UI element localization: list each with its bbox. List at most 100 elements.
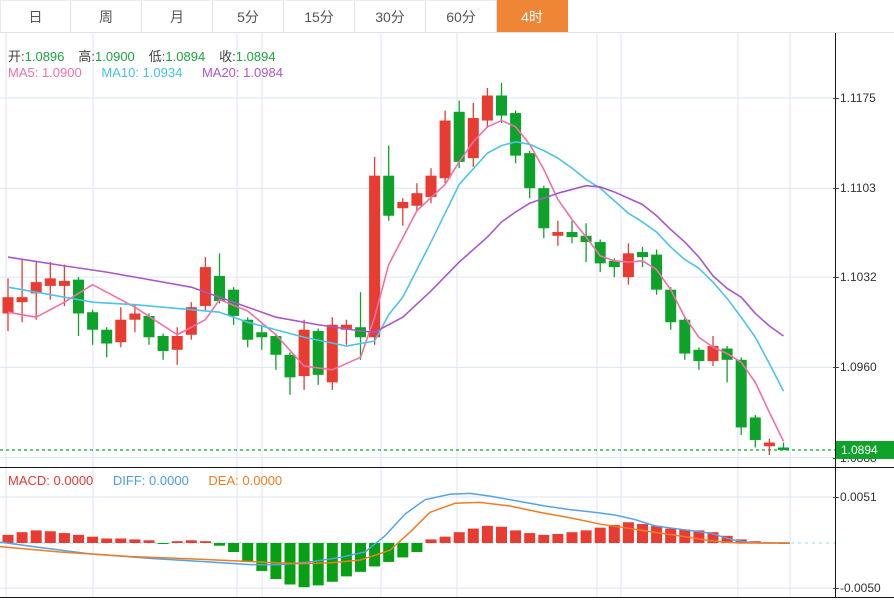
timeframe-tabbar: 日 周 月 5分 15分 30分 60分 4时: [0, 0, 894, 33]
ma10-readout: MA10: 1.0934: [101, 65, 183, 80]
candle-body: [284, 354, 296, 378]
macd-value: MACD: 0.0000: [8, 473, 94, 488]
tab-day[interactable]: 日: [0, 0, 71, 32]
macd-bar: [101, 538, 113, 543]
macd-readout: MACD: 0.0000 DIFF: 0.0000 DEA: 0.0000: [8, 473, 298, 488]
tab-15min[interactable]: 15分: [284, 0, 355, 32]
candle-body: [524, 153, 536, 189]
candle-body: [679, 319, 691, 354]
macd-bar: [312, 543, 324, 586]
current-price-badge: 1.0894: [836, 441, 894, 459]
open-label: 开:: [8, 49, 25, 64]
candle-body: [2, 297, 14, 314]
axis-label: -0.0050: [840, 581, 881, 595]
candle-body: [496, 95, 507, 116]
macd-bar: [651, 525, 663, 543]
candle-body: [16, 297, 28, 303]
ma-readout: MA5: 1.0900 MA10: 1.0934 MA20: 1.0984: [8, 65, 299, 80]
candle-body: [157, 336, 169, 352]
macd-bar: [608, 524, 620, 543]
macd-bar: [524, 533, 536, 543]
close-label: 收:: [219, 49, 236, 64]
candle-body: [693, 349, 705, 362]
axis-label: 1.0960: [840, 360, 877, 374]
macd-bar: [496, 526, 507, 543]
macd-bar: [199, 541, 211, 543]
candle-body: [749, 417, 761, 440]
macd-bar: [538, 534, 550, 543]
macd-bar: [552, 533, 564, 543]
tab-30min[interactable]: 30分: [355, 0, 426, 32]
candle-body: [453, 111, 465, 162]
high-value: 1.0900: [95, 49, 135, 64]
candlestick-svg: [0, 33, 835, 467]
tab-4hour[interactable]: 4时: [497, 0, 568, 32]
candle-body: [44, 278, 56, 286]
candle-body: [735, 359, 747, 428]
axis-tick: [833, 588, 839, 589]
macd-bar: [355, 543, 366, 572]
candle-body: [481, 95, 493, 121]
macd-bar: [171, 541, 183, 543]
tab-week[interactable]: 周: [71, 0, 142, 32]
macd-bar: [270, 543, 282, 580]
dea-value: DEA: 0.0000: [208, 473, 283, 488]
candle-body: [129, 313, 141, 320]
candle-body: [256, 332, 268, 338]
axis-label: 0.0051: [840, 490, 877, 504]
axis-tick: [833, 188, 839, 189]
candle-body: [778, 447, 789, 450]
macd-bar: [2, 534, 14, 543]
candle-body: [763, 442, 775, 447]
diff-value: DIFF: 0.0000: [112, 473, 189, 488]
macd-bar: [566, 532, 578, 543]
candle-body: [383, 175, 395, 216]
macd-bar: [637, 524, 648, 543]
candle-body: [87, 312, 99, 330]
candle-body: [566, 232, 578, 238]
candle-body: [594, 242, 606, 264]
macd-bar: [143, 540, 155, 543]
macd-bar: [340, 543, 352, 577]
macd-bar: [439, 536, 451, 543]
tab-60min[interactable]: 60分: [426, 0, 497, 32]
low-value: 1.0894: [165, 49, 206, 64]
candle-body: [622, 253, 634, 278]
macd-bar: [115, 538, 127, 543]
macd-bar: [481, 525, 493, 543]
macd-bar: [298, 543, 310, 588]
main-chart[interactable]: [0, 33, 894, 468]
macd-bar: [30, 530, 42, 543]
macd-bar: [157, 543, 169, 544]
tab-month[interactable]: 月: [142, 0, 213, 32]
ma-line-ma5: [7, 119, 785, 442]
candle-body: [510, 113, 522, 156]
axis-label: 1.1103: [840, 181, 876, 195]
macd-bar: [242, 543, 254, 562]
candle-body: [665, 289, 677, 323]
candle-body: [411, 193, 423, 206]
macd-bar: [214, 543, 225, 546]
close-value: 1.0894: [235, 49, 276, 64]
candle-body: [326, 324, 338, 383]
candle-body: [171, 336, 183, 350]
macd-bar: [256, 543, 268, 571]
candle-body: [185, 307, 197, 335]
bottom-border: [0, 597, 894, 598]
ma20-readout: MA20: 1.0984: [201, 65, 283, 80]
axis-tick: [833, 98, 839, 99]
macd-bar: [228, 543, 240, 553]
tab-5min[interactable]: 5分: [213, 0, 284, 32]
candle-body: [101, 329, 113, 344]
macd-bar: [44, 531, 56, 543]
macd-bar: [16, 532, 28, 543]
macd-bar: [467, 528, 479, 543]
candle-body: [199, 267, 211, 306]
axis-tick: [833, 367, 839, 368]
macd-bar: [58, 533, 70, 543]
macd-bar: [411, 543, 423, 553]
macd-bar: [425, 539, 437, 543]
open-value: 1.0896: [24, 49, 65, 64]
candle-body: [651, 254, 663, 290]
macd-bar: [510, 530, 522, 543]
